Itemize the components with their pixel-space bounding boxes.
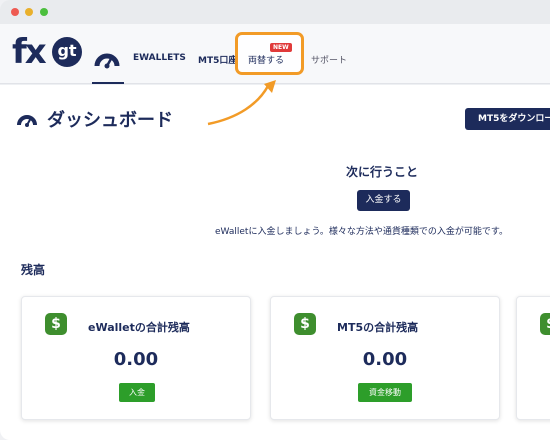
card-amount: 0.00 <box>113 349 159 370</box>
card-label: MT5の合計残高 <box>337 321 419 334</box>
dollar-icon: $ <box>45 313 67 335</box>
mt5-balance-card: $ MT5の合計残高 0.00 資金移動 <box>270 296 500 420</box>
app-window: fx gt EWALLETS MT5口座 サポート 両替する NEW ダッシュボ… <box>0 0 550 440</box>
balance-heading: 残高 <box>21 263 46 277</box>
third-balance-card: $ <box>516 296 550 420</box>
speedometer-icon <box>17 115 37 127</box>
next-steps-description: eWalletに入金しましょう。様々な方法や通貨種類での入金が可能です。 <box>215 227 509 237</box>
dollar-icon: $ <box>540 313 550 335</box>
dollar-icon: $ <box>294 313 316 335</box>
next-steps-title: 次に行うこと <box>346 165 419 179</box>
fund-transfer-button[interactable]: 資金移動 <box>358 383 412 402</box>
card-amount: 0.00 <box>362 349 408 370</box>
deposit-button[interactable]: 入金する <box>357 190 410 211</box>
download-mt5-button[interactable]: MT5をダウンロード <box>465 108 550 130</box>
ewallet-balance-card: $ eWalletの合計残高 0.00 入金 <box>21 296 251 420</box>
page-title: ダッシュボード <box>47 110 173 131</box>
card-label: eWalletの合計残高 <box>88 321 190 334</box>
ewallet-deposit-button[interactable]: 入金 <box>119 383 155 402</box>
